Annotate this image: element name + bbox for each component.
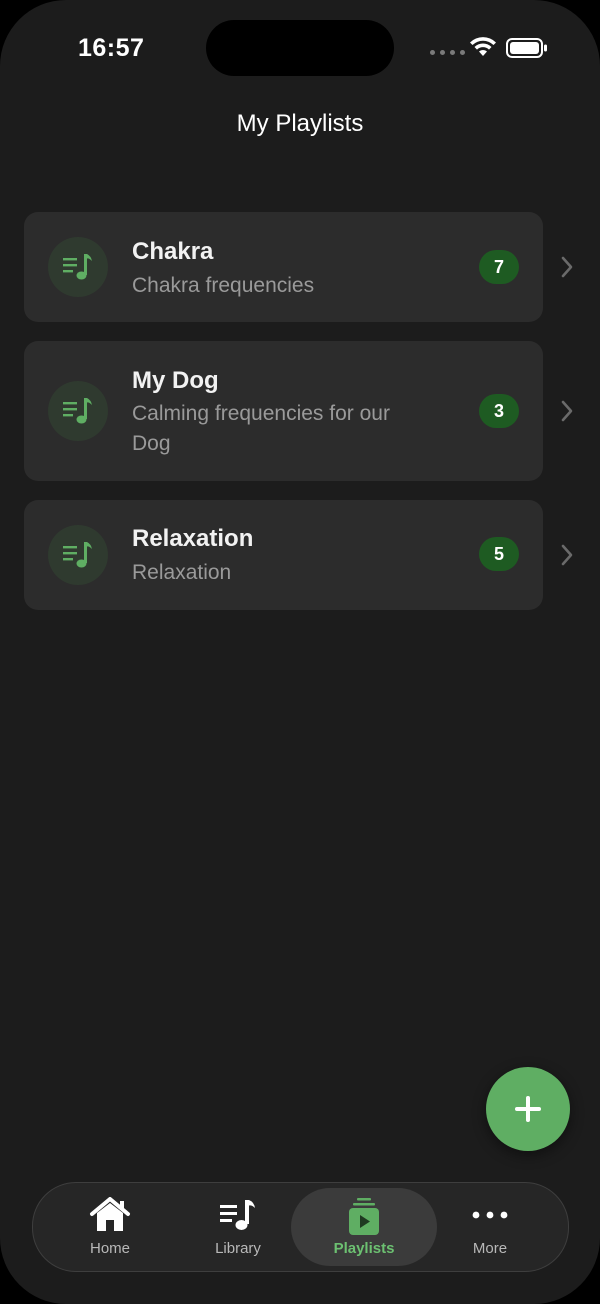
playlist-music-icon [48, 525, 108, 585]
cellular-signal-icon [430, 50, 465, 55]
playlist-description: Chakra frequencies [132, 274, 315, 297]
tab-playlists[interactable]: Playlists [291, 1188, 437, 1266]
tab-label: Playlists [333, 1240, 395, 1257]
plus-icon [515, 1096, 541, 1122]
music-list-icon [220, 1200, 255, 1230]
playlist-music-icon [48, 381, 108, 441]
tab-library[interactable]: Library [183, 1183, 293, 1271]
dynamic-island [206, 20, 394, 76]
playlist-title: Chakra [132, 238, 214, 265]
wifi-icon [470, 37, 496, 56]
page-title: My Playlists [236, 110, 364, 137]
playlist-card[interactable]: Chakra Chakra frequencies 7 [24, 212, 543, 322]
battery-icon [506, 38, 547, 58]
tab-label: Library [215, 1240, 261, 1257]
more-dots-icon [472, 1211, 508, 1219]
chevron-right-icon[interactable] [560, 400, 574, 422]
playlist-description: Calming frequencies for our Dog [132, 402, 390, 455]
tab-home[interactable]: Home [55, 1183, 165, 1271]
tab-label: Home [89, 1240, 130, 1257]
chevron-right-icon[interactable] [560, 256, 574, 278]
playlist-music-icon [48, 237, 108, 297]
playlist-card[interactable]: Relaxation Relaxation 5 [24, 500, 543, 610]
status-time: 16:57 [78, 34, 145, 62]
track-count-badge: 3 [479, 394, 519, 428]
playlist-card[interactable]: My Dog Calming frequencies for our Dog 3 [24, 341, 543, 481]
tab-label: More [472, 1240, 508, 1257]
status-bar: 16:57 [0, 0, 600, 96]
track-count-badge: 5 [479, 537, 519, 571]
add-playlist-button[interactable] [486, 1067, 570, 1151]
playlist-title: Relaxation [132, 525, 254, 552]
playlist-title: My Dog [132, 367, 219, 394]
tab-more[interactable]: More [435, 1183, 545, 1271]
bottom-tab-bar: Home Library Playlists More [32, 1182, 569, 1272]
playlist-play-icon [349, 1198, 379, 1235]
playlist-description: Relaxation [132, 561, 232, 584]
app-screen: 16:57 My Playlists Chakra Chakra frequen… [0, 0, 600, 1304]
home-icon [90, 1197, 130, 1231]
track-count-badge: 7 [479, 250, 519, 284]
chevron-right-icon[interactable] [560, 544, 574, 566]
